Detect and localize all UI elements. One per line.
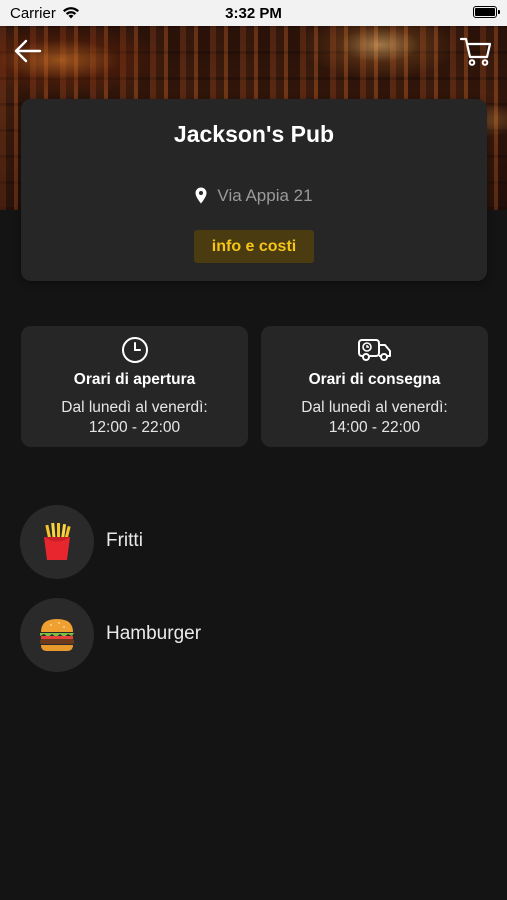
status-bar: Carrier 3:32 PM xyxy=(0,0,507,26)
fries-icon xyxy=(44,522,71,560)
delivery-hours-title: Orari di consegna xyxy=(308,371,441,388)
delivery-hours-card: Orari di consegna Dal lunedì al venerdì:… xyxy=(261,326,488,447)
hamburger-icon xyxy=(40,619,74,651)
delivery-hours-time: 14:00 - 22:00 xyxy=(328,419,421,436)
battery-icon xyxy=(473,6,500,18)
opening-hours-title: Orari di apertura xyxy=(73,371,196,388)
info-costs-button[interactable]: info e costi xyxy=(194,230,314,263)
restaurant-address: Via Appia 21 xyxy=(21,186,487,209)
opening-hours-card: Orari di apertura Dal lunedì al venerdì:… xyxy=(21,326,248,447)
delivery-hours-days: Dal lunedì al venerdì: xyxy=(301,399,448,416)
location-pin-icon xyxy=(195,187,207,209)
cart-icon xyxy=(459,37,492,66)
cart-button[interactable] xyxy=(459,34,493,68)
delivery-truck-icon xyxy=(261,336,488,364)
category-icon-container xyxy=(20,598,94,672)
address-text: Via Appia 21 xyxy=(217,186,313,205)
category-label: Fritti xyxy=(106,530,143,551)
category-label: Hamburger xyxy=(106,623,202,644)
opening-hours-days: Dal lunedì al venerdì: xyxy=(61,399,208,416)
clock-icon xyxy=(21,336,248,364)
arrow-left-icon xyxy=(14,39,42,63)
back-button[interactable] xyxy=(12,36,44,66)
category-item-hamburger[interactable]: Hamburger xyxy=(20,598,320,672)
opening-hours-time: 12:00 - 22:00 xyxy=(88,419,181,436)
category-item-fritti[interactable]: Fritti xyxy=(20,505,320,579)
clock-time: 3:32 PM xyxy=(225,5,282,22)
restaurant-name: Jackson's Pub xyxy=(173,121,335,147)
category-icon-container xyxy=(20,505,94,579)
restaurant-info-card: Jackson's Pub Via Appia 21 info e costi xyxy=(21,99,487,281)
